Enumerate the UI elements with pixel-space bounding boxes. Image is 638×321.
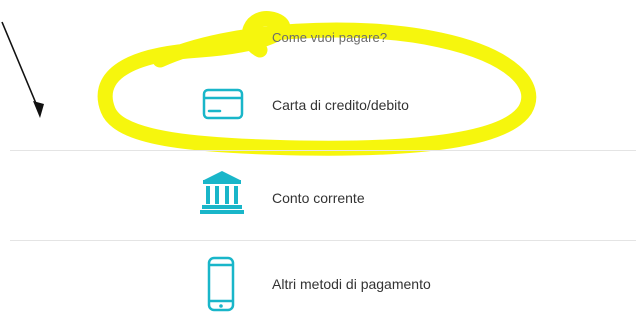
option-other-methods[interactable]: Altri metodi di pagamento [190, 256, 520, 318]
option-label: Altri metodi di pagamento [272, 276, 431, 292]
payment-prompt: Come vuoi pagare? [272, 30, 388, 45]
divider [10, 150, 636, 151]
divider [10, 240, 636, 241]
option-label: Conto corrente [272, 190, 365, 206]
option-bank-account[interactable]: Conto corrente [190, 166, 520, 228]
payment-method-picker: Come vuoi pagare? Carta di credito/debit… [0, 0, 638, 321]
smartphone-icon [190, 256, 254, 318]
bank-icon [190, 166, 254, 228]
credit-card-icon [190, 76, 254, 138]
option-label: Carta di credito/debito [272, 97, 409, 113]
option-credit-card[interactable]: Carta di credito/debito [190, 76, 520, 138]
